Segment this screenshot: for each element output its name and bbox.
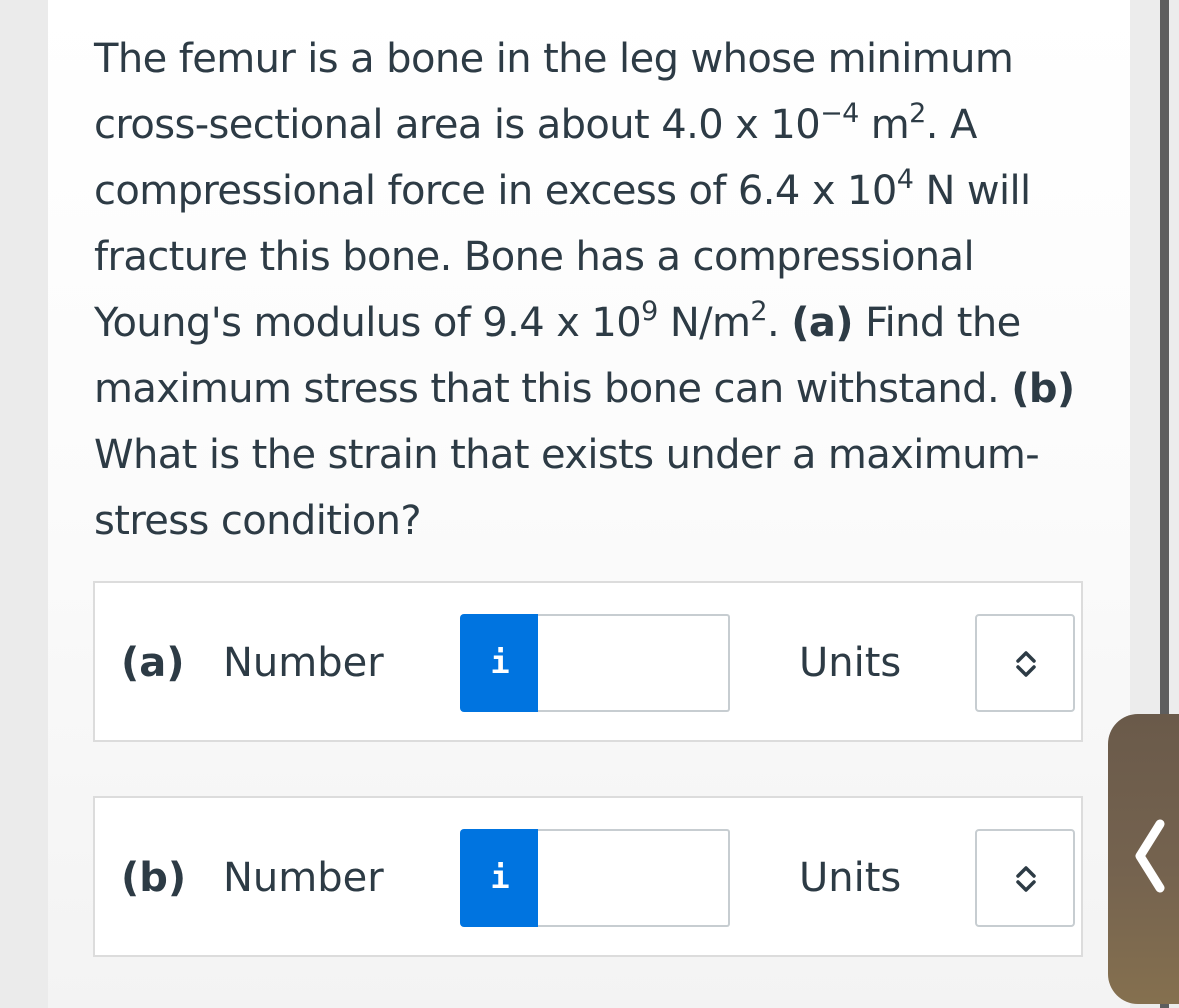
up-down-chevron-icon [1016,651,1036,677]
number-input-a[interactable] [538,614,730,712]
info-button-b[interactable]: i [460,829,540,927]
part-b-tag: (b) [1011,366,1075,412]
number-label-a: Number [223,640,384,686]
number-label-b: Number [223,855,384,901]
side-drawer-handle[interactable] [1108,714,1179,1004]
question-text: The femur is a bone in the leg whose min… [94,36,1075,544]
info-icon: i [490,858,510,896]
units-label-b: Units [799,855,902,901]
answer-row-a: (a) Number i Units [93,581,1083,742]
units-select-b[interactable] [975,829,1075,927]
part-a-label: (a) [121,640,185,686]
part-a-tag: (a) [791,300,853,346]
number-input-b[interactable] [538,829,730,927]
info-button-a[interactable]: i [460,614,540,712]
left-margin [0,0,48,1008]
answer-row-b: (b) Number i Units [93,796,1083,957]
up-down-chevron-icon [1016,866,1036,892]
units-label-a: Units [799,640,902,686]
chevron-left-icon [1135,819,1165,893]
units-select-a[interactable] [975,614,1075,712]
info-icon: i [490,643,510,681]
part-b-label: (b) [121,855,187,901]
